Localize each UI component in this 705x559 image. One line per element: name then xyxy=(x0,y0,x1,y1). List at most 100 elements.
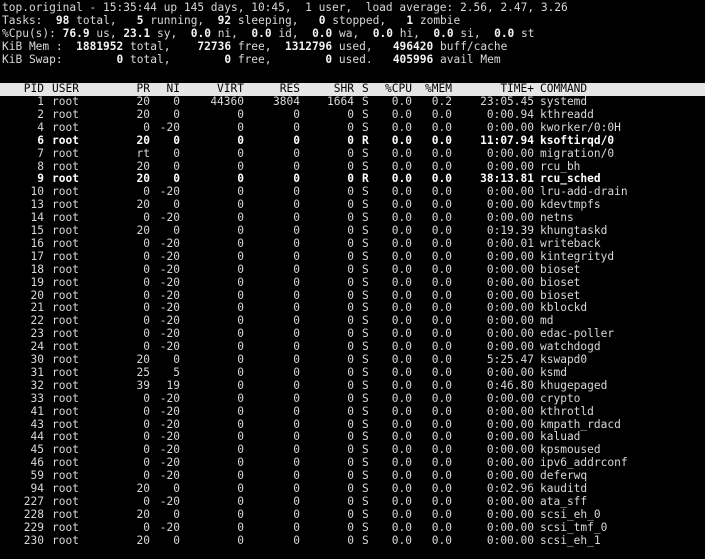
process-res: 0 xyxy=(293,494,300,508)
process-ni: 19 xyxy=(166,378,180,392)
process-ni: -20 xyxy=(159,262,180,276)
process-s: S xyxy=(362,95,369,108)
process-s: S xyxy=(362,353,369,366)
process-virt: 0 xyxy=(237,146,244,160)
process-virt: 0 xyxy=(237,211,244,225)
column-header-user[interactable]: USER xyxy=(52,82,112,96)
process-command: khugepaged xyxy=(540,378,608,392)
column-header-pr[interactable]: PR xyxy=(126,82,150,96)
swap-avail: 405996 xyxy=(392,53,434,66)
process-time: 0:00.00 xyxy=(486,494,534,508)
process-command: bioset xyxy=(540,275,581,289)
process-res: 0 xyxy=(293,353,300,366)
process-shr: 0 xyxy=(347,224,354,237)
process-ni: 0 xyxy=(173,507,180,521)
process-virt: 0 xyxy=(237,430,244,444)
process-row[interactable]: 32 root 39 19 0 0 0 S 0.0 0.0 0:46.80 khugepaged xyxy=(0,378,705,393)
process-virt: 0 xyxy=(237,224,244,237)
process-pr: 0 xyxy=(143,391,150,405)
process-row[interactable]: 31 root 25 5 0 0 0 S 0.0 0.0 0:00.00 ksmd xyxy=(0,365,705,380)
process-pid: 94 xyxy=(30,482,44,495)
process-shr: 0 xyxy=(347,133,354,147)
process-virt: 0 xyxy=(237,443,244,457)
process-cpu: 0.0 xyxy=(391,365,412,379)
process-pr: 0 xyxy=(143,120,150,134)
process-user: root xyxy=(52,107,79,121)
process-row[interactable]: 229 root 0 -20 0 0 0 S 0.0 0.0 0:00.00 scsi_tmf_0 xyxy=(0,520,705,535)
process-cpu: 0.0 xyxy=(391,391,412,405)
process-virt: 0 xyxy=(237,482,244,495)
process-virt: 0 xyxy=(237,469,244,483)
process-pr: 20 xyxy=(136,353,150,366)
column-header-virt[interactable]: VIRT xyxy=(188,82,244,96)
column-header-ni[interactable]: NI xyxy=(152,82,180,96)
process-mem: 0.0 xyxy=(431,365,452,379)
swap-line: KiB Swap: 0 total, 0 free, 0 used. 40599… xyxy=(2,53,501,67)
process-command: crypto xyxy=(540,391,581,405)
cpu-st: 0.0 xyxy=(494,27,515,40)
cpu-sy-label: sy, xyxy=(157,27,178,40)
process-shr: 0 xyxy=(347,494,354,508)
process-virt: 0 xyxy=(237,533,244,547)
process-time: 0:46.80 xyxy=(486,378,534,392)
process-command: ksmd xyxy=(540,365,567,379)
process-command: systemd xyxy=(540,95,588,108)
process-row[interactable]: 228 root 20 0 0 0 0 S 0.0 0.0 0:00.00 scsi_eh_0 xyxy=(0,507,705,522)
process-res: 0 xyxy=(293,520,300,534)
column-header-res[interactable]: RES xyxy=(250,82,300,96)
process-res: 0 xyxy=(293,133,300,147)
process-ni: 0 xyxy=(173,133,180,147)
process-row[interactable]: 16 root 0 -20 0 0 0 S 0.0 0.0 0:00.01 writeback xyxy=(0,236,705,251)
process-pid: 229 xyxy=(23,520,44,534)
column-header-cpu[interactable]: %CPU xyxy=(376,82,412,96)
column-header-pid[interactable]: PID xyxy=(0,82,44,96)
process-row[interactable]: 230 root 20 0 0 0 0 S 0.0 0.0 0:00.00 scsi_eh_1 xyxy=(0,533,705,548)
process-pr: 20 xyxy=(136,507,150,521)
process-row[interactable]: 19 root 0 -20 0 0 0 S 0.0 0.0 0:00.00 bioset xyxy=(0,275,705,290)
process-res: 0 xyxy=(293,404,300,418)
terminal-window[interactable]: top.original - 15:35:44 up 145 days, 10:… xyxy=(0,0,705,559)
process-row[interactable]: 33 root 0 -20 0 0 0 S 0.0 0.0 0:00.00 crypto xyxy=(0,391,705,406)
column-header-s[interactable]: S xyxy=(362,82,374,96)
column-header-shr[interactable]: SHR xyxy=(306,82,354,96)
process-row[interactable]: 18 root 0 -20 0 0 0 S 0.0 0.0 0:00.00 bioset xyxy=(0,262,705,277)
process-row[interactable]: 17 root 0 -20 0 0 0 S 0.0 0.0 0:00.00 kintegrityd xyxy=(0,249,705,264)
column-header-time[interactable]: TIME+ xyxy=(456,82,534,96)
process-cpu: 0.0 xyxy=(391,146,412,160)
process-row[interactable]: 2 root 20 0 0 0 0 S 0.0 0.0 0:00.94 kthreadd xyxy=(0,107,705,122)
column-header-mem[interactable]: %MEM xyxy=(418,82,452,96)
process-row[interactable]: 4 root 0 -20 0 0 0 S 0.0 0.0 0:00.00 kworker/0:0H xyxy=(0,120,705,135)
process-command: ksoftirqd/0 xyxy=(540,133,615,147)
process-ni: -20 xyxy=(159,236,180,250)
process-row[interactable]: 227 root 0 -20 0 0 0 S 0.0 0.0 0:00.00 ata_sff xyxy=(0,494,705,509)
process-cpu: 0.0 xyxy=(391,236,412,250)
process-user: root xyxy=(52,404,79,418)
process-command: scsi_tmf_0 xyxy=(540,520,608,534)
process-time: 0:00.00 xyxy=(486,391,534,405)
process-cpu: 0.0 xyxy=(391,249,412,263)
process-ni: -20 xyxy=(159,520,180,534)
process-ni: 0 xyxy=(173,95,180,108)
cpu-si: 0.0 xyxy=(433,27,454,40)
column-header-command[interactable]: COMMAND xyxy=(540,82,705,96)
process-time: 0:00.00 xyxy=(486,120,534,134)
process-virt: 0 xyxy=(237,262,244,276)
tasks-zombie-label: zombie xyxy=(419,14,461,27)
process-pid: 16 xyxy=(30,236,44,250)
process-mem: 0.0 xyxy=(431,224,452,237)
process-command: kintegrityd xyxy=(540,249,615,263)
process-mem: 0.0 xyxy=(431,275,452,289)
process-row[interactable]: 6 root 20 0 0 0 0 R 0.0 0.0 11:07.94 ksoftirqd/0 xyxy=(0,133,705,148)
process-row[interactable]: 41 root 0 -20 0 0 0 S 0.0 0.0 0:00.00 kthrotld xyxy=(0,404,705,419)
process-user: root xyxy=(52,120,79,134)
process-pr: 20 xyxy=(136,107,150,121)
process-s: S xyxy=(362,378,369,392)
process-time: 0:00.00 xyxy=(486,507,534,521)
process-row[interactable]: 7 root rt 0 0 0 0 S 0.0 0.0 0:00.00 migration/0 xyxy=(0,146,705,161)
process-mem: 0.2 xyxy=(431,95,452,108)
process-mem: 0.0 xyxy=(431,120,452,134)
process-virt: 0 xyxy=(237,378,244,392)
process-virt: 0 xyxy=(237,340,244,354)
process-s: S xyxy=(362,507,369,521)
process-mem: 0.0 xyxy=(431,236,452,250)
